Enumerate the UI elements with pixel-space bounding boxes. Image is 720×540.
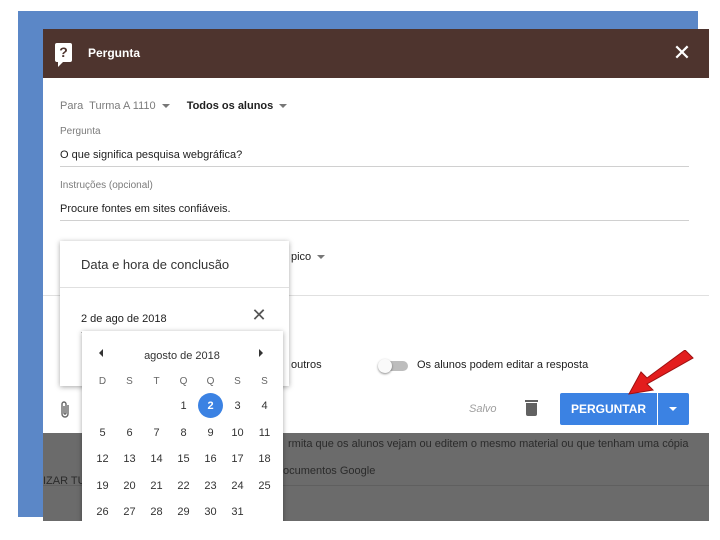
instructions-underline (60, 220, 689, 221)
calendar-day[interactable]: 7 (143, 420, 170, 447)
weekday-header: DSTQQSS (89, 373, 278, 393)
calendar-day[interactable]: 16 (197, 446, 224, 473)
edit-answer-label: Os alunos podem editar a resposta (417, 359, 589, 371)
calendar-day[interactable]: 12 (89, 446, 116, 473)
weekday-label: Q (206, 376, 215, 387)
calendar-week: 12 13 14 15 16 17 18 (89, 446, 278, 473)
calendar-day[interactable]: 27 (116, 499, 143, 521)
saved-status: Salvo (469, 403, 497, 415)
calendar-empty-cell (89, 393, 116, 420)
calendar-day[interactable]: 11 (251, 420, 278, 447)
calendar-day[interactable]: 2 (197, 393, 224, 420)
calendar-day[interactable]: 26 (89, 499, 116, 521)
toggle-knob (378, 359, 392, 373)
background-text: rmita que os alunos vejam ou editem o me… (288, 438, 689, 450)
due-date-title: Data e hora de conclusão (81, 257, 230, 272)
calendar-month: agosto de 2018 (144, 350, 220, 362)
background-text: ocumentos Google (283, 465, 376, 477)
prev-month-icon[interactable] (99, 349, 103, 357)
audience-prefix: Para (60, 100, 84, 112)
question-icon: ? (55, 43, 72, 67)
calendar-day[interactable]: 25 (251, 473, 278, 500)
trash-icon[interactable] (525, 400, 538, 416)
calendar-day[interactable]: 1 (170, 393, 197, 420)
red-arrow-annotation (628, 350, 694, 395)
question-label: Pergunta (60, 126, 101, 137)
weekday-label: T (153, 376, 160, 387)
chevron-down-icon (317, 255, 326, 260)
calendar-day[interactable]: 29 (170, 499, 197, 521)
clear-date-icon[interactable]: ✕ (250, 305, 268, 325)
calendar-day[interactable]: 30 (197, 499, 224, 521)
edit-answer-toggle[interactable] (378, 359, 408, 373)
calendar-day[interactable]: 23 (197, 473, 224, 500)
dialog-title: Pergunta (88, 46, 141, 60)
calendar-day[interactable]: 18 (251, 446, 278, 473)
calendar-day[interactable]: 20 (116, 473, 143, 500)
weekday-label: S (261, 376, 268, 387)
calendar-day[interactable]: 22 (170, 473, 197, 500)
calendar-day[interactable]: 14 (143, 446, 170, 473)
weekday-label: D (98, 376, 107, 387)
calendar: agosto de 2018 D S T Q Q S S 1 2 3 4 5 6 7 8 9 10 11 12 13 1… (82, 331, 283, 521)
calendar-week: 5 6 7 8 9 10 11 (89, 420, 278, 447)
calendar-day[interactable]: 13 (116, 446, 143, 473)
calendar-day[interactable]: 15 (170, 446, 197, 473)
calendar-day[interactable]: 9 (197, 420, 224, 447)
calendar-grid: D S T Q Q S S 1 2 3 4 5 6 7 8 9 10 11 12 13 14 15 16 17 18 19 20 21… (89, 373, 278, 521)
chevron-down-icon (161, 104, 170, 109)
calendar-day[interactable]: 21 (143, 473, 170, 500)
calendar-day[interactable]: 5 (89, 420, 116, 447)
audience-row: Para Turma A 1110 Todos os alunos (60, 100, 288, 112)
topic-select[interactable]: pico (291, 251, 326, 263)
calendar-week: 19 20 21 22 23 24 25 (89, 473, 278, 500)
calendar-day[interactable]: 17 (224, 446, 251, 473)
calendar-week: 1234 (89, 393, 278, 420)
calendar-day[interactable]: 3 (224, 393, 251, 420)
popup-divider (60, 287, 289, 288)
weekday-label: S (234, 376, 241, 387)
calendar-day[interactable]: 4 (251, 393, 278, 420)
weekday-label: Q (179, 376, 188, 387)
instructions-input[interactable]: Procure fontes em sites confiáveis. (60, 203, 231, 215)
paperclip-icon[interactable] (59, 400, 71, 425)
chevron-down-icon (669, 407, 677, 411)
chevron-down-icon (279, 104, 288, 109)
instructions-label: Instruções (opcional) (60, 180, 153, 191)
class-select[interactable]: Turma A 1110 (89, 100, 170, 112)
students-select[interactable]: Todos os alunos (187, 100, 288, 112)
calendar-week: 26 27 28 29 30 31 (89, 499, 278, 521)
question-input[interactable]: O que significa pesquisa webgráfica? (60, 149, 242, 161)
dialog: ? Pergunta ✕ Para Turma A 1110 Todos os … (43, 29, 709, 521)
weekday-label: S (126, 376, 133, 387)
calendar-day[interactable]: 28 (143, 499, 170, 521)
calendar-day[interactable]: 6 (116, 420, 143, 447)
calendar-day[interactable]: 31 (224, 499, 251, 521)
calendar-empty-cell (143, 393, 170, 420)
dialog-header: ? Pergunta ✕ (43, 29, 709, 78)
calendar-day[interactable]: 24 (224, 473, 251, 500)
calendar-empty-cell (116, 393, 143, 420)
calendar-empty-cell (251, 499, 278, 521)
due-date-input[interactable]: 2 de ago de 2018 (81, 313, 167, 325)
question-underline (60, 166, 689, 167)
calendar-day[interactable]: 8 (170, 420, 197, 447)
next-month-icon[interactable] (259, 349, 263, 357)
calendar-day[interactable]: 10 (224, 420, 251, 447)
calendar-day[interactable]: 19 (89, 473, 116, 500)
close-icon[interactable]: ✕ (668, 39, 696, 67)
others-option: outros (291, 359, 322, 371)
